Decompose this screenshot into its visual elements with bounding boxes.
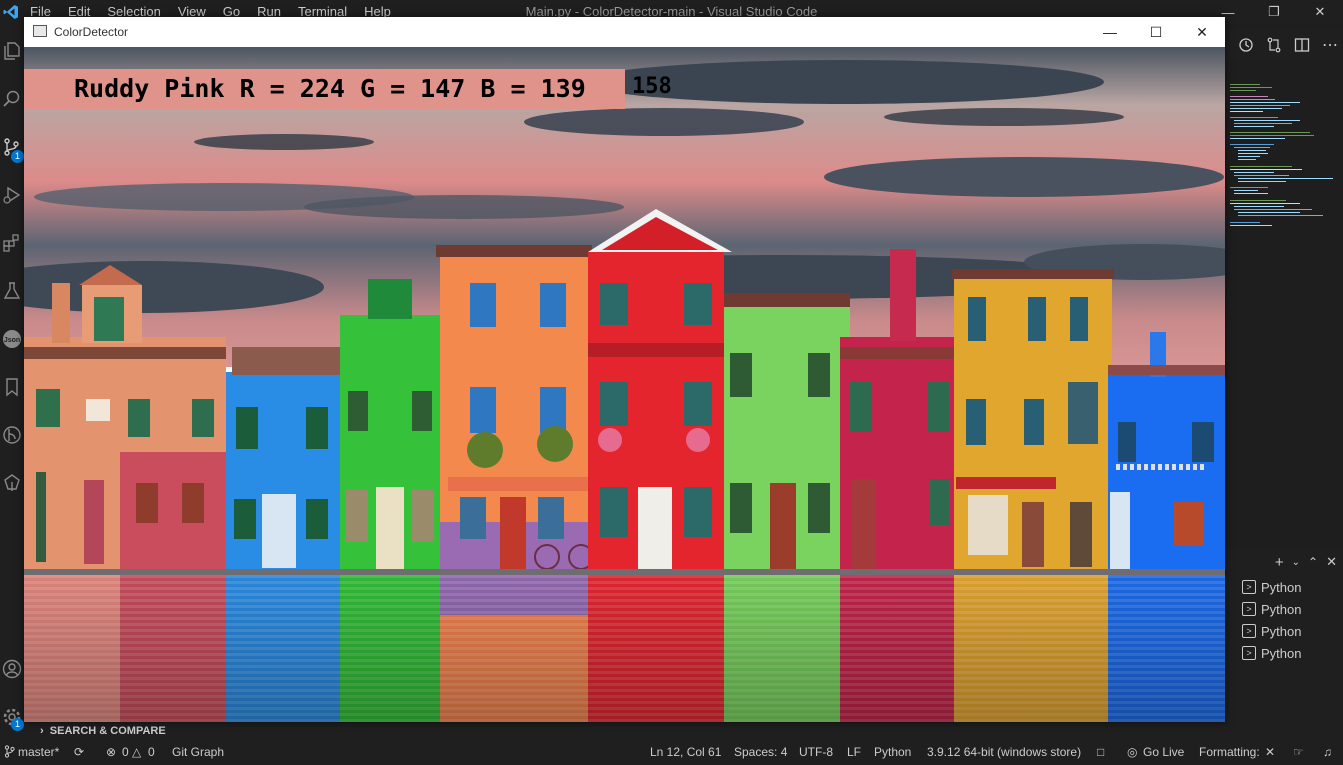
chevron-down-icon[interactable]: ⌄: [1292, 557, 1300, 568]
extensions-icon[interactable]: [0, 228, 24, 258]
terminal-item[interactable]: > Python: [1226, 642, 1343, 664]
encoding[interactable]: UTF-8: [799, 745, 833, 759]
branch-name[interactable]: master*: [18, 745, 59, 759]
more-actions-icon[interactable]: ⋯: [1320, 35, 1340, 55]
timeline-history-icon[interactable]: [1236, 35, 1256, 55]
restore-icon[interactable]: ❐: [1251, 0, 1297, 24]
error-count[interactable]: 0: [122, 745, 129, 759]
error-icon[interactable]: ⊗: [106, 745, 116, 759]
account-icon[interactable]: [0, 654, 24, 684]
close-icon[interactable]: ✕: [1179, 17, 1225, 47]
color-detector-title: ColorDetector: [54, 25, 129, 39]
color-detector-window: ColorDetector — ☐ ✕ Ruddy Pink R = 224 G…: [24, 17, 1225, 722]
status-bar: master* ⟳ ⊗ 0 △ 0 Git Graph Ln 12, Col 6…: [0, 740, 1343, 765]
bell-icon[interactable]: ♫: [1323, 745, 1332, 759]
svg-text:Json: Json: [4, 337, 20, 344]
cursor-position[interactable]: Ln 12, Col 61: [650, 745, 721, 759]
terminal-list: > Python > Python > Python > Python: [1226, 576, 1343, 740]
editor-toolbar: ⋯: [1226, 28, 1343, 62]
vscode-window-controls: — ❐ ✕: [1205, 0, 1343, 24]
explorer-icon[interactable]: [0, 36, 24, 66]
terminal-icon: >: [1242, 624, 1256, 638]
testing-flask-icon[interactable]: [0, 276, 24, 306]
search-icon[interactable]: [0, 84, 24, 114]
terminal-icon: >: [1242, 580, 1256, 594]
close-panel-icon[interactable]: ✕: [1326, 554, 1337, 570]
git-graph-icon[interactable]: [0, 420, 24, 450]
terminal-icon: >: [1242, 646, 1256, 660]
terminal-label: Python: [1261, 645, 1302, 661]
bookmark-icon[interactable]: [0, 372, 24, 402]
maximize-panel-icon[interactable]: ⌃: [1308, 555, 1318, 569]
git-graph-status[interactable]: Git Graph: [172, 745, 224, 759]
formatting-x-icon[interactable]: ✕: [1265, 745, 1275, 759]
go-live-label[interactable]: Go Live: [1143, 745, 1184, 759]
terminal-label: Python: [1261, 579, 1302, 595]
terminal-item[interactable]: > Python: [1226, 576, 1343, 598]
overlay-number: 158: [632, 74, 672, 99]
go-live-icon[interactable]: ◎: [1127, 745, 1137, 759]
minimize-icon[interactable]: —: [1087, 17, 1133, 47]
remote-explorer-icon[interactable]: [0, 468, 24, 498]
terminal-icon: >: [1242, 602, 1256, 616]
terminal-panel-header: + ⌄ ⌃ ✕: [1226, 548, 1343, 576]
indentation[interactable]: Spaces: 4: [734, 745, 787, 759]
formatting-label[interactable]: Formatting:: [1199, 745, 1260, 759]
close-icon[interactable]: ✕: [1297, 0, 1343, 24]
settings-badge: 1: [11, 718, 24, 731]
maximize-icon[interactable]: ☐: [1133, 17, 1179, 47]
feedback-icon[interactable]: ☞: [1293, 745, 1304, 759]
json-icon[interactable]: Json: [0, 324, 24, 354]
python-interpreter[interactable]: 3.9.12 64-bit (windows store): [927, 745, 1081, 759]
split-editor-icon[interactable]: [1292, 35, 1312, 55]
terminal-label: Python: [1261, 601, 1302, 617]
branch-icon[interactable]: [4, 745, 15, 761]
compare-changes-icon[interactable]: [1264, 35, 1284, 55]
search-compare-panel[interactable]: › SEARCH & COMPARE: [24, 722, 1226, 740]
vscode-logo-icon: [0, 0, 22, 24]
run-debug-icon[interactable]: [0, 180, 24, 210]
terminal-item[interactable]: > Python: [1226, 598, 1343, 620]
color-detector-titlebar: ColorDetector — ☐ ✕: [24, 17, 1225, 47]
terminal-item[interactable]: > Python: [1226, 620, 1343, 642]
warning-icon[interactable]: △: [132, 745, 141, 759]
editor-minimap[interactable]: [1226, 62, 1343, 542]
search-compare-label: SEARCH & COMPARE: [49, 725, 166, 737]
desktop-root: File Edit Selection View Go Run Terminal…: [0, 0, 1343, 765]
settings-gear-icon[interactable]: 1: [0, 702, 24, 732]
burano-houses-photo[interactable]: [24, 47, 1225, 722]
end-of-line[interactable]: LF: [847, 745, 861, 759]
terminal-label: Python: [1261, 623, 1302, 639]
notifications-panel-icon[interactable]: □: [1097, 745, 1104, 759]
sync-icon[interactable]: ⟳: [74, 745, 84, 759]
new-terminal-icon[interactable]: +: [1275, 554, 1284, 571]
detected-color-text: Ruddy Pink R = 224 G = 147 B = 139: [74, 74, 586, 103]
source-control-badge: 1: [11, 150, 24, 163]
warning-count[interactable]: 0: [148, 745, 155, 759]
photo-canvas[interactable]: Ruddy Pink R = 224 G = 147 B = 139 158: [24, 47, 1225, 722]
app-window-icon: [33, 25, 47, 37]
activity-bar: 1 Json 1: [0, 24, 24, 740]
language-mode[interactable]: Python: [874, 745, 911, 759]
chevron-right-icon: ›: [40, 725, 50, 737]
source-control-icon[interactable]: 1: [0, 132, 24, 163]
